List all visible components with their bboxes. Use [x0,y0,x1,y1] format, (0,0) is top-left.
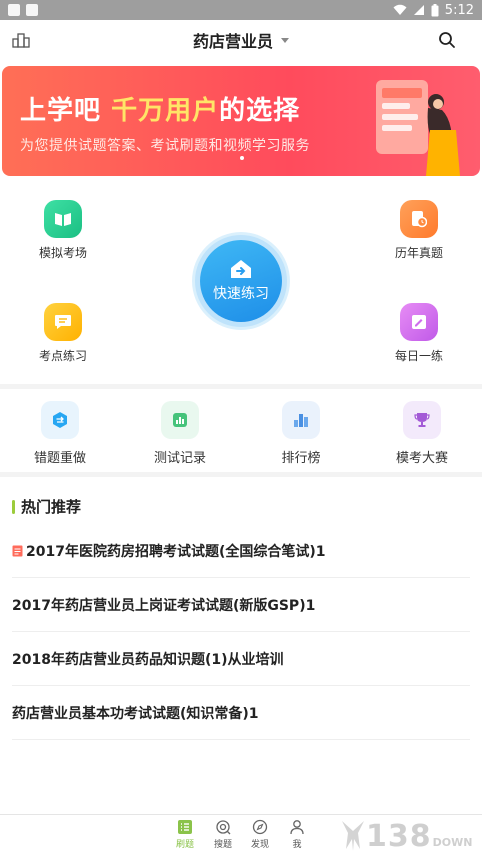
message-icon [55,315,71,329]
hot-section-title: 热门推荐 [12,496,81,517]
tab-label: 发现 [250,840,269,850]
trophy-icon [403,401,441,439]
wrong-questions-redo-button[interactable]: 错题重做 [10,401,110,466]
past-papers-button[interactable] [400,200,438,238]
daily-practice-label: 每日一练 [394,349,443,363]
tool-label: 模考大赛 [395,451,448,466]
ranking-button[interactable]: 排行榜 [251,401,351,466]
past-papers-label: 历年真题 [394,246,443,260]
section-divider [0,472,482,477]
carousel-indicator [240,156,244,160]
city-switch-icon[interactable] [12,31,30,49]
key-points-label: 考点练习 [38,349,87,363]
search-icon[interactable] [438,31,456,49]
battery-icon [431,3,439,16]
tab-label: 搜题 [213,840,232,850]
tab-search-questions[interactable]: 搜题 [203,819,243,850]
banner-illustration [376,80,460,176]
status-bar: 5:12 [0,0,482,20]
tab-discover[interactable]: 发现 [240,819,280,850]
app-bar: 药店营业员 [0,20,482,60]
test-records-button[interactable]: 测试记录 [130,401,230,466]
record-icon [161,401,199,439]
search-question-icon [216,820,231,835]
tab-label: 我 [292,840,302,850]
paper-clock-icon [412,211,427,228]
notification-icon [8,4,20,16]
list-item[interactable]: 2017年医院药房招聘考试试题(全国综合笔试)1 [12,524,470,578]
quick-practice-button[interactable]: 快速练习 [192,232,290,330]
tab-label: 刷题 [175,840,194,850]
notification-icon [26,4,38,16]
tool-label: 错题重做 [33,451,86,466]
hot-list: 2017年医院药房招聘考试试题(全国综合笔试)1 2017年药店营业员上岗证考试… [12,524,470,740]
user-icon [290,820,304,835]
list-item[interactable]: 药店营业员基本功考试试题(知识常备)1 [12,686,470,740]
book-icon [55,213,71,226]
redo-icon [41,401,79,439]
practice-icon [178,820,192,834]
promo-banner[interactable]: 上学吧 千万用户的选择 为您提供试题答案、考试刷题和视频学习服务 [2,66,480,176]
status-time: 5:12 [444,2,474,18]
home-arrow-icon [231,260,251,278]
page-title: 药店营业员 [192,32,273,51]
quick-practice-label: 快速练习 [213,286,269,302]
chevron-down-icon [281,37,289,43]
tab-me[interactable]: 我 [277,819,317,850]
mock-contest-button[interactable]: 模考大赛 [372,401,472,466]
edit-icon [412,315,426,329]
exam-category-selector[interactable]: 药店营业员 [193,28,289,52]
tool-label: 排行榜 [281,451,321,466]
daily-practice-button[interactable] [400,303,438,341]
watermark-logo: 138 DOWN [340,818,480,854]
section-divider [0,384,482,389]
banner-subtitle: 为您提供试题答案、考试刷题和视频学习服务 [20,138,310,154]
compass-icon [252,819,268,835]
accent-bar [12,499,15,514]
tool-label: 测试记录 [153,451,206,466]
wifi-icon [393,4,407,15]
list-item-title: 2017年药店营业员上岗证考试试题(新版GSP)1 [12,597,316,614]
tab-practice[interactable]: 刷题 [165,819,205,850]
list-item[interactable]: 2017年药店营业员上岗证考试试题(新版GSP)1 [12,578,470,632]
banner-title: 上学吧 千万用户的选择 [20,96,301,126]
document-tag-icon [12,545,23,556]
list-item-title: 2017年医院药房招聘考试试题(全国综合笔试)1 [26,543,326,560]
list-item-title: 药店营业员基本功考试试题(知识常备)1 [12,705,259,722]
key-points-button[interactable] [44,303,82,341]
list-item[interactable]: 2018年药店营业员药品知识题(1)从业培训 [12,632,470,686]
list-item-title: 2018年药店营业员药品知识题(1)从业培训 [12,651,284,668]
mock-exam-button[interactable] [44,200,82,238]
ranking-icon [282,401,320,439]
signal-icon [413,5,424,15]
logo-icon [342,821,364,851]
mock-exam-label: 模拟考场 [38,246,87,260]
